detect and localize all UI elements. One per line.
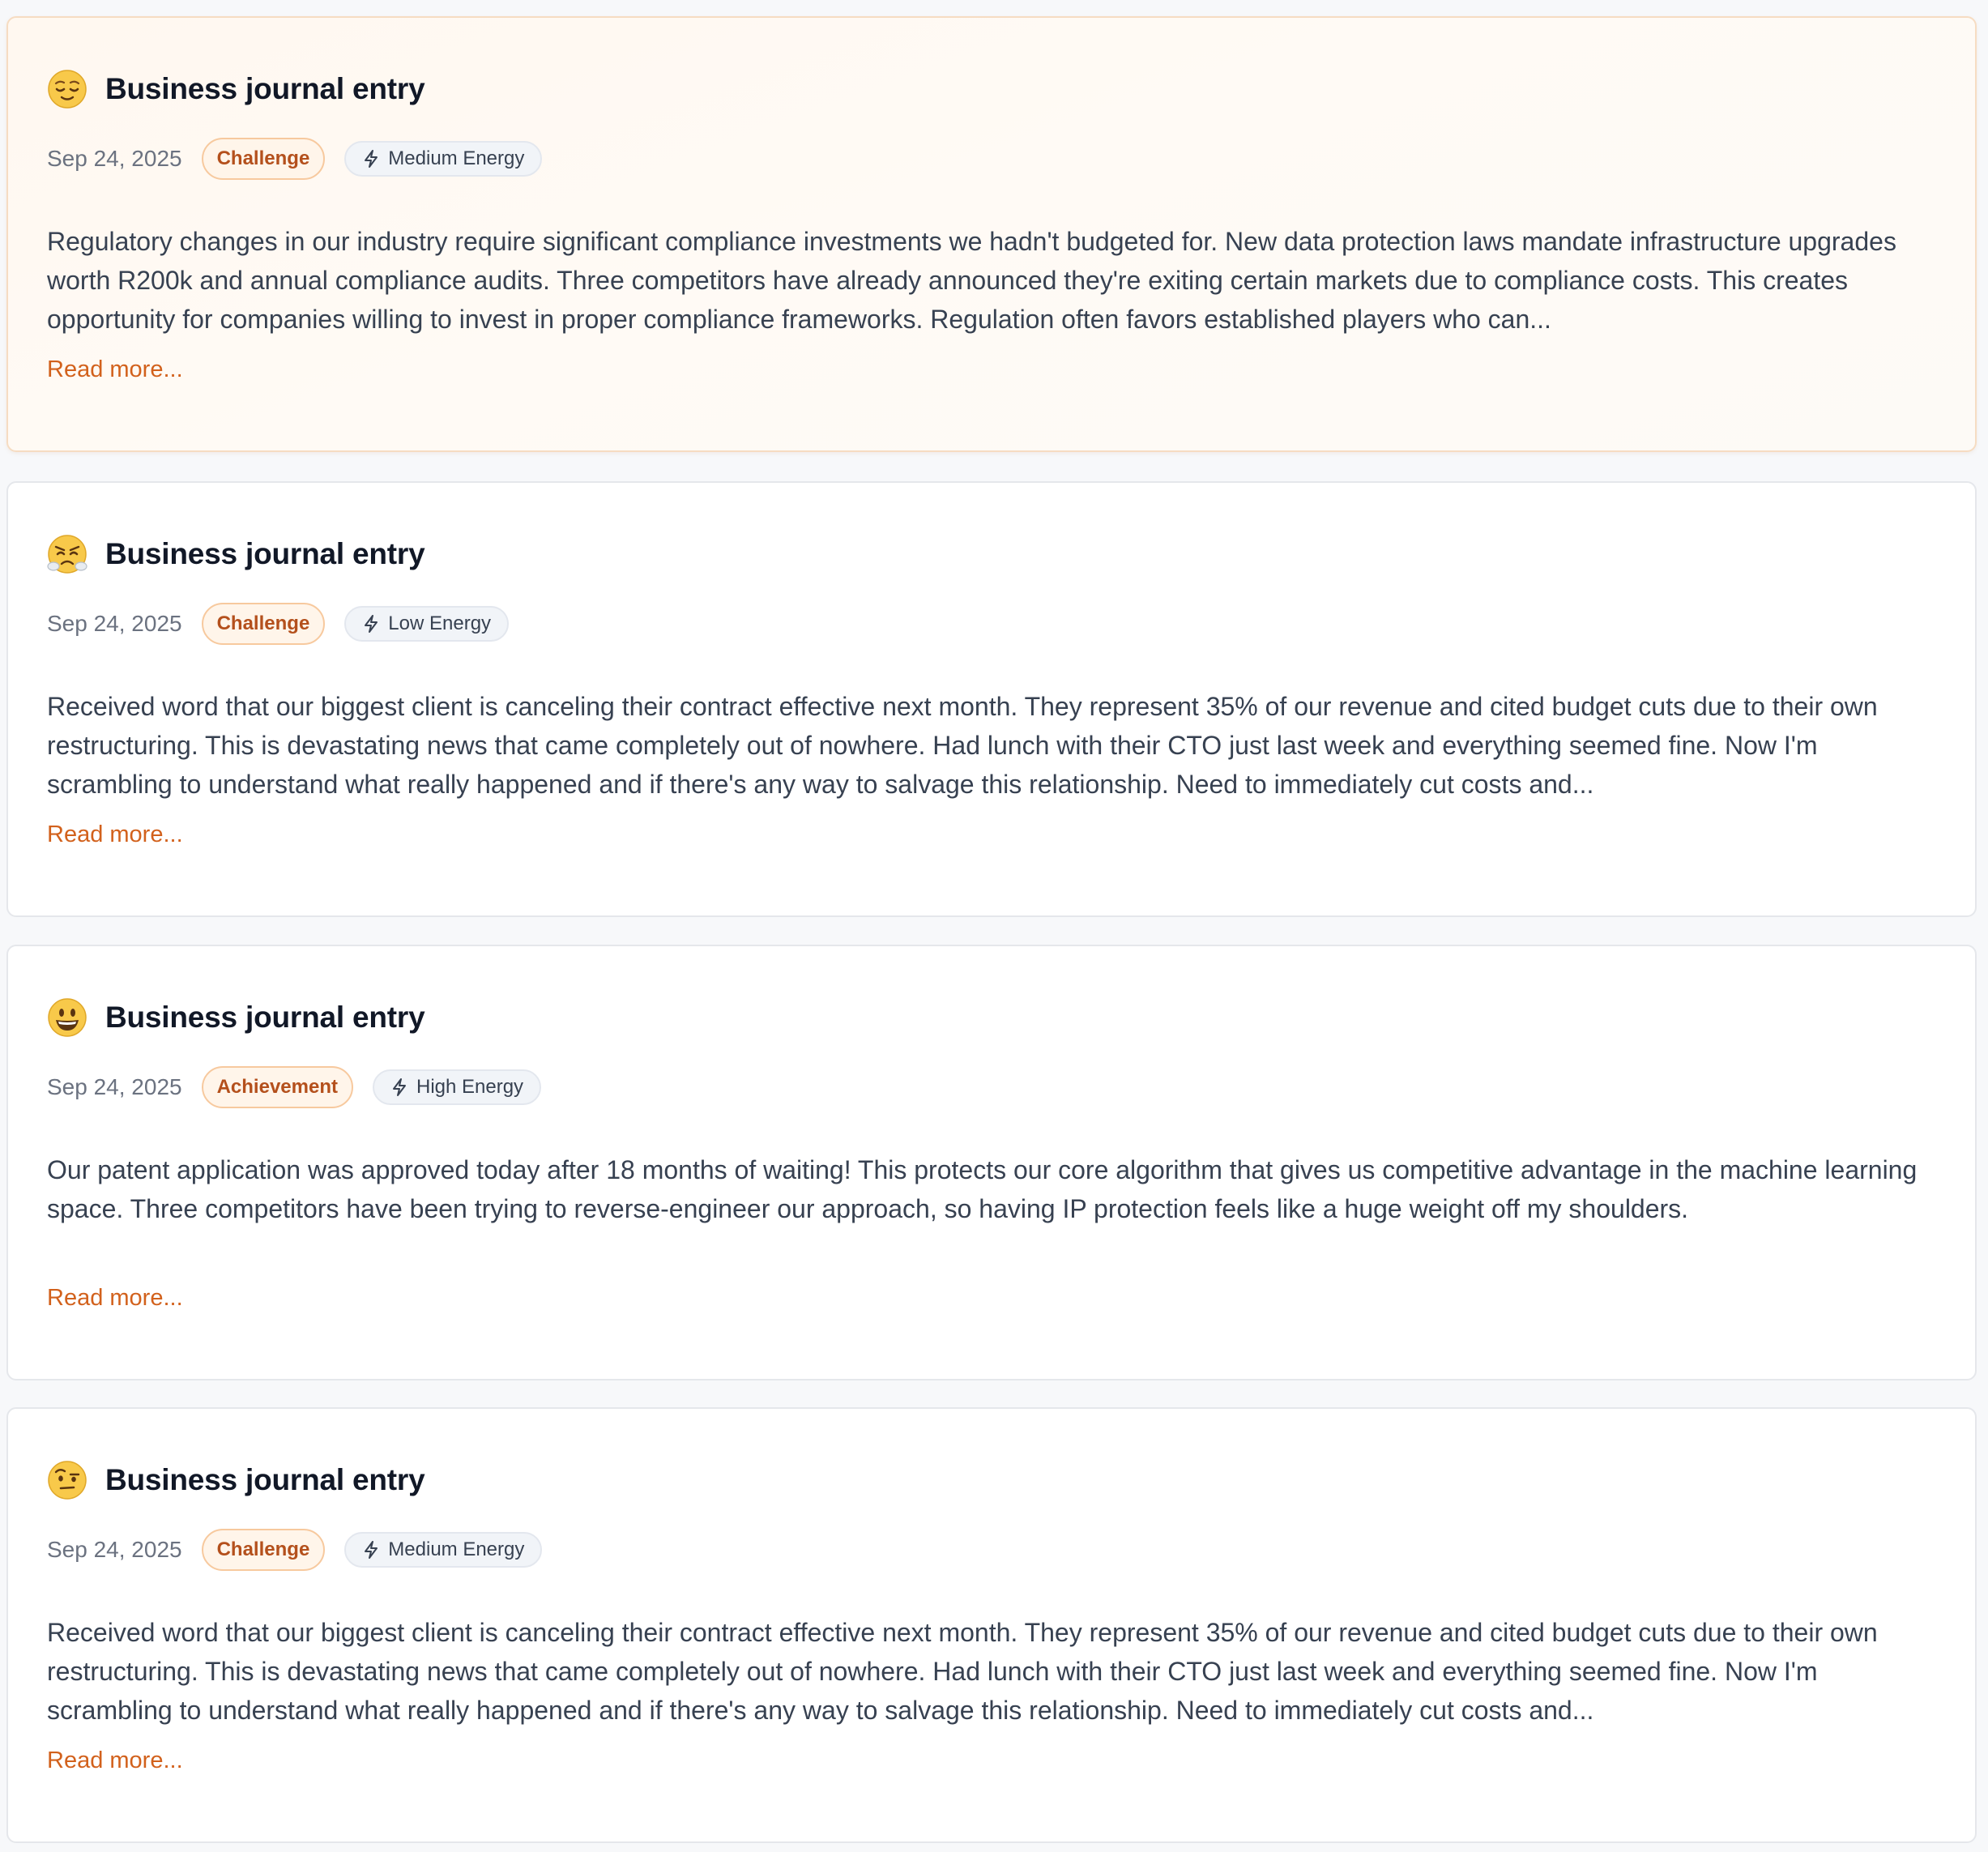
entry-header: Business journal entry [47,528,425,580]
energy-label: Low Energy [388,612,492,634]
lightning-bolt-icon [392,1078,406,1096]
entry-title: Business journal entry [105,72,425,105]
entry-meta: Sep 24, 2025 Challenge Low Energy [47,603,510,645]
energy-label: High Energy [416,1076,524,1098]
entry-body: Our patent application was approved toda… [47,1155,1918,1223]
entry-meta: Sep 24, 2025 Challenge Medium Energy [47,1529,543,1571]
lightning-bolt-icon [365,150,378,168]
journal-entry-list: Business journal entry Sep 24, 2025 Chal… [0,0,1988,1852]
lightning-bolt-icon [365,615,378,633]
energy-badge: Low Energy [344,606,510,642]
read-more-link[interactable]: Read more... [47,821,183,848]
journal-entry-card[interactable]: Business journal entry Sep 24, 2025 Chal… [6,1407,1977,1843]
read-more-link[interactable]: Read more... [47,1285,183,1312]
entry-title: Business journal entry [105,1001,425,1034]
lightning-bolt-icon [365,1541,378,1559]
entry-date: Sep 24, 2025 [47,611,182,636]
entry-body: Received word that our biggest client is… [47,692,1878,799]
energy-badge: Medium Energy [344,1532,543,1568]
read-more-link[interactable]: Read more... [47,356,183,383]
entry-header: Business journal entry [47,1454,425,1506]
entry-body: Received word that our biggest client is… [47,1618,1878,1725]
energy-badge: Medium Energy [344,141,543,177]
category-badge: Challenge [201,1529,326,1571]
entry-title: Business journal entry [105,1463,425,1496]
face-with-steam-icon [47,535,87,574]
journal-entry-card[interactable]: Business journal entry Sep 24, 2025 Chal… [6,16,1977,452]
journal-entry-card[interactable]: Business journal entry Sep 24, 2025 Achi… [6,945,1977,1380]
read-more-link[interactable]: Read more... [47,1747,183,1774]
energy-label: Medium Energy [388,147,525,169]
category-badge: Challenge [201,603,326,645]
entry-body: Regulatory changes in our industry requi… [47,227,1896,334]
relieved-face-icon [48,70,87,109]
entry-date: Sep 24, 2025 [47,1074,182,1099]
entry-header: Business journal entry [47,992,425,1043]
category-badge: Challenge [201,138,326,180]
entry-meta: Sep 24, 2025 Challenge Medium Energy [47,138,543,180]
entry-date: Sep 24, 2025 [47,1537,182,1562]
journal-entry-card[interactable]: Business journal entry Sep 24, 2025 Chal… [6,481,1977,917]
entry-meta: Sep 24, 2025 Achievement High Energy [47,1066,542,1108]
energy-badge: High Energy [372,1069,542,1105]
category-badge: Achievement [201,1066,353,1108]
face-with-raised-eyebrow-icon [48,1461,87,1500]
energy-label: Medium Energy [388,1538,525,1560]
entry-title: Business journal entry [105,537,425,570]
entry-date: Sep 24, 2025 [47,146,182,171]
entry-header: Business journal entry [47,63,425,115]
grinning-face-icon [48,998,87,1037]
